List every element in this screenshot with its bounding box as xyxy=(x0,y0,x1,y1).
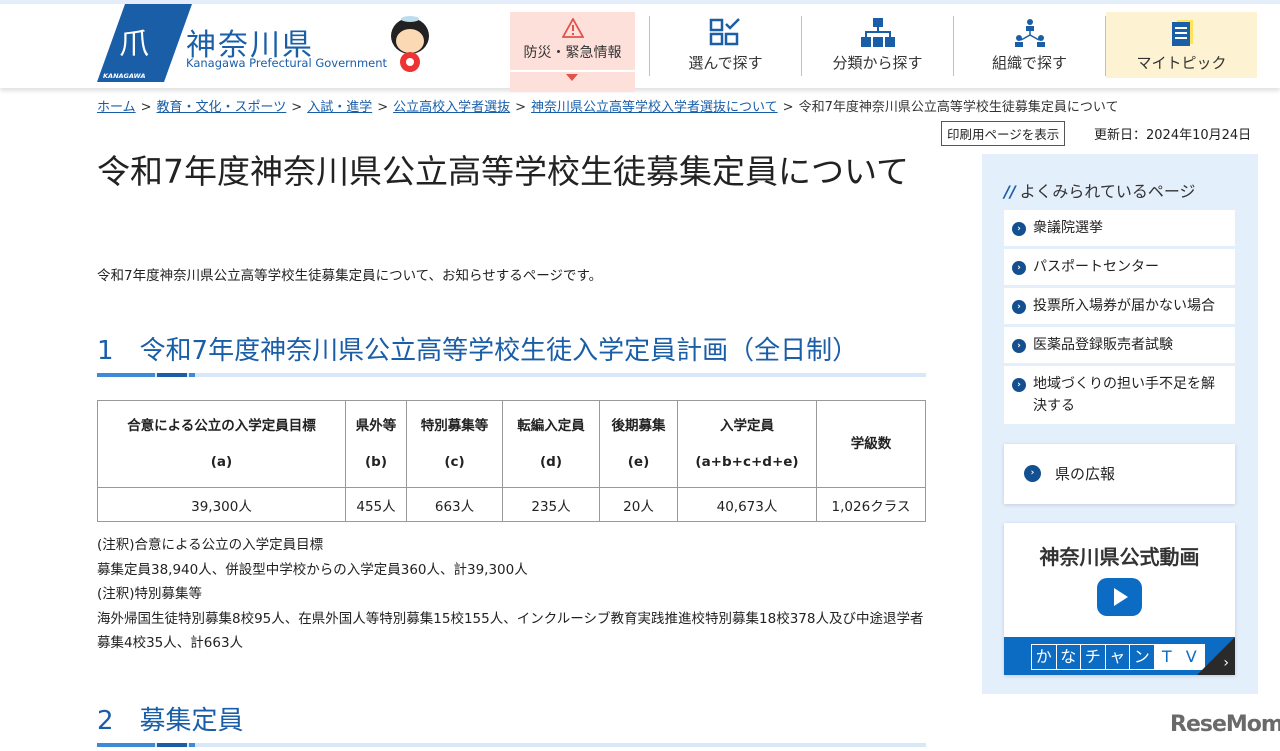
note-line: (注釈)特別募集等 xyxy=(97,586,203,602)
chevron-right-icon: › xyxy=(1012,261,1026,275)
breadcrumb-link[interactable]: 神奈川県公立高等学校入学者選抜について xyxy=(531,100,778,115)
chevron-right-icon: › xyxy=(1024,465,1041,482)
table-cell: 235人 xyxy=(502,487,600,522)
note-line: (注釈)合意による公立の入学定員目標 xyxy=(97,537,324,553)
chevron-right-icon: › xyxy=(1012,222,1026,236)
table-header-row: 合意による公立の入学定員目標 (a) 県外等 (b) 特別募集等 (c) 転編入定員(… xyxy=(97,400,926,488)
nav-category-search[interactable]: 分類から探す xyxy=(802,12,953,78)
video-banner-title: 神奈川県公式動画 xyxy=(1039,545,1200,569)
section-heading-2: 2 募集定員 xyxy=(97,706,244,736)
nav-mypick[interactable]: マイトピック xyxy=(1106,12,1257,78)
table-row: 39,300人 455人 663人 235人 20人 40,673人 1,026… xyxy=(97,487,926,522)
kanagawa-logo[interactable]: 爪 KANAGAWA xyxy=(97,4,192,82)
col-header: 転編入定員 (d) xyxy=(502,400,600,488)
table-cell: 39,300人 xyxy=(97,487,346,522)
popular-pages-list: › 衆議院選挙 › パスポートセンター › 投票所入場券が届かない場合 › 医薬品登録販… xyxy=(1004,210,1235,427)
breadcrumb-current: 令和7年度神奈川県公立高等学校生徒募集定員について xyxy=(798,100,1119,115)
checklist-icon xyxy=(709,18,740,46)
enrollment-table: 合意による公立の入学定員目標 (a) 県外等 (b) 特別募集等 (c) 転編入定員(… xyxy=(97,400,926,522)
breadcrumb-link[interactable]: ホーム xyxy=(97,100,136,115)
col-header: 特別募集等 (c) xyxy=(406,400,503,488)
divider xyxy=(510,70,635,72)
corner-decoration xyxy=(1197,637,1235,675)
popular-page-link[interactable]: › 衆議院選挙 xyxy=(1004,210,1235,246)
popular-page-link[interactable]: › 投票所入場券が届かない場合 xyxy=(1004,288,1235,324)
mascot-image xyxy=(391,16,429,72)
col-header: 入学定員 (a+b+c+d+e) xyxy=(677,400,817,488)
breadcrumb-link[interactable]: 入試・進学 xyxy=(307,100,372,115)
popular-page-link[interactable]: › 地域づくりの担い手不足を解決する xyxy=(1004,366,1235,424)
site-header: 爪 KANAGAWA 神奈川県 Kanagawa Prefectural Gove… xyxy=(0,4,1280,92)
popular-page-link[interactable]: › パスポートセンター xyxy=(1004,249,1235,285)
table-cell: 1,026クラス xyxy=(816,487,926,522)
document-icon xyxy=(1171,20,1193,46)
table-cell: 455人 xyxy=(345,487,407,522)
play-icon xyxy=(1097,578,1142,616)
nav-label: マイトピック xyxy=(1136,54,1227,72)
note-line: 募集定員38,940人、併設型中学校からの入学定員360人、計39,300人 xyxy=(97,561,528,578)
chevron-right-icon: › xyxy=(1012,378,1026,392)
popular-page-link[interactable]: › 医薬品登録販売者試験 xyxy=(1004,327,1235,363)
breadcrumb: ホーム > 教育・文化・スポーツ > 入試・進学 > 公立高校入学者選抜 > 神奈川県公立高等学… xyxy=(97,100,1119,115)
emergency-info-button[interactable]: 防災・緊急情報 xyxy=(510,12,635,92)
page-title: 令和7年度神奈川県公立高等学校生徒募集定員について xyxy=(97,152,910,191)
lead-text: 令和7年度神奈川県公立高等学校生徒募集定員について、お知らせするページです。 xyxy=(97,268,603,284)
section-heading-1: 1 令和7年度神奈川県公立高等学校生徒入学定員計画（全日制） xyxy=(97,336,859,366)
table-cell: 40,673人 xyxy=(677,487,817,522)
chevron-right-icon: › xyxy=(1012,339,1026,353)
sitemap-icon xyxy=(860,18,895,47)
col-header: 合意による公立の入学定員目標 (a) xyxy=(97,400,346,488)
site-subtitle: Kanagawa Prefectural Government xyxy=(186,56,388,70)
organization-icon xyxy=(1014,19,1045,47)
breadcrumb-link[interactable]: 公立高校入学者選抜 xyxy=(393,100,510,115)
col-header: 学級数 xyxy=(816,400,926,488)
emergency-label: 防災・緊急情報 xyxy=(523,45,622,61)
popular-pages-heading: //よくみられているページ xyxy=(1004,182,1196,201)
warning-icon xyxy=(561,18,584,38)
nav-label: 分類から探す xyxy=(832,54,923,72)
col-header: 県外等 (b) xyxy=(345,400,407,488)
caret-down-icon xyxy=(566,74,578,81)
nav-label: 選んで探す xyxy=(688,54,763,72)
updated-date: 更新日：2024年10月24日 xyxy=(1094,128,1252,143)
print-page-button[interactable]: 印刷用ページを表示 xyxy=(941,121,1066,146)
nav-label: 組織で探す xyxy=(991,54,1067,72)
sidebar: //よくみられているページ › 衆議院選挙 › パスポートセンター › 投票所入場券が… xyxy=(982,154,1258,694)
nav-choose-search[interactable]: 選んで探す xyxy=(650,12,801,78)
pref-pr-link[interactable]: › 県の広報 xyxy=(1004,444,1235,504)
kanachan-tv-bar: かなチャンTV › xyxy=(1004,637,1235,675)
table-cell: 663人 xyxy=(406,487,503,522)
heading-underline xyxy=(97,743,926,747)
nav-org-search[interactable]: 組織で探す xyxy=(954,12,1105,78)
note-line: 海外帰国生徒特別募集8校95人、在県外国人等特別募集15校155人、インクルーシ… xyxy=(97,610,924,652)
resemom-watermark: ReseMom xyxy=(1170,712,1280,737)
table-notes: (注釈)合意による公立の入学定員目標 募集定員38,940人、併設型中学校からの… xyxy=(97,533,926,656)
kanachan-tv-logo: かなチャンTV xyxy=(1031,644,1205,670)
chevron-right-icon: › xyxy=(1223,655,1229,671)
svg-text:爪: 爪 xyxy=(119,27,149,62)
chevron-right-icon: › xyxy=(1012,300,1026,314)
col-header: 後期募集 (e) xyxy=(599,400,678,488)
heading-underline xyxy=(97,373,926,377)
table-cell: 20人 xyxy=(599,487,678,522)
breadcrumb-link[interactable]: 教育・文化・スポーツ xyxy=(157,100,287,115)
svg-text:KANAGAWA: KANAGAWA xyxy=(103,72,146,80)
official-video-banner[interactable]: 神奈川県公式動画 かなチャンTV › xyxy=(1004,523,1235,675)
